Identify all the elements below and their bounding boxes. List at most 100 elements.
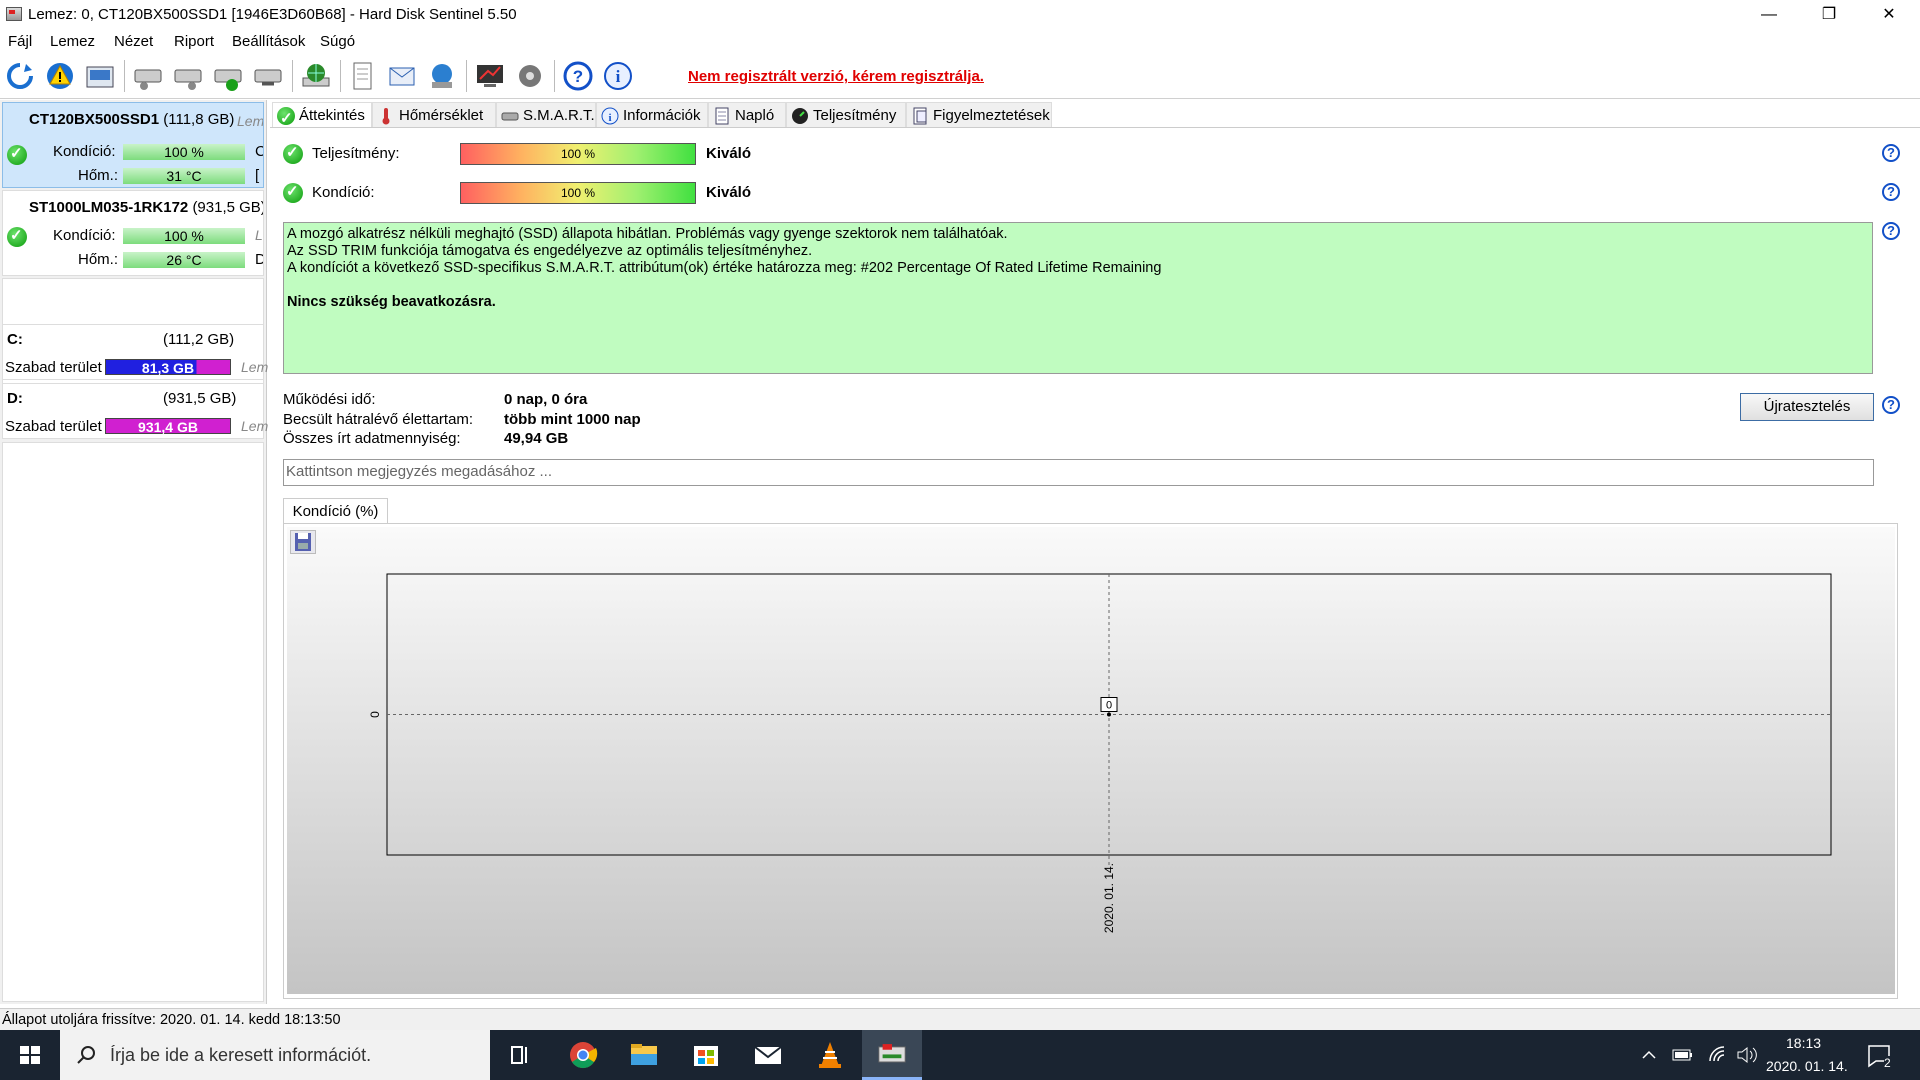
message-line: Az SSD TRIM funkciója támogatva és enged… — [287, 243, 813, 259]
send-icon[interactable] — [386, 60, 418, 92]
settings-icon[interactable] — [514, 60, 546, 92]
info-icon: i — [601, 107, 619, 125]
menu-settings[interactable]: Beállítások — [232, 33, 305, 50]
vlc-icon[interactable] — [800, 1030, 860, 1080]
svg-text:i: i — [608, 112, 611, 124]
performance-label: Teljesítmény: — [312, 145, 400, 162]
tab-log[interactable]: Napló — [708, 102, 786, 128]
toolbar-separator — [124, 60, 125, 92]
tray-chevron-up-icon[interactable] — [1640, 1046, 1658, 1064]
condition-label: Kondíció: — [53, 143, 116, 160]
condition-chart: 0 0 2020. 01. 14. — [368, 573, 1832, 933]
close-button[interactable]: ✕ — [1866, 0, 1912, 30]
battery-icon[interactable] — [1672, 1046, 1694, 1064]
disk-info-icon[interactable] — [84, 60, 116, 92]
tab-information[interactable]: i Információk — [596, 102, 708, 128]
log-icon — [715, 107, 729, 125]
chrome-icon[interactable] — [553, 1030, 613, 1080]
menu-bar: Fájl Lemez Nézet Riport Beállítások Súgó — [0, 30, 1920, 54]
report-icon[interactable] — [346, 60, 378, 92]
hard-disk-sentinel-icon[interactable] — [862, 1030, 922, 1080]
disk-name: ST1000LM035-1RK172 (931,5 GB) — [29, 199, 264, 216]
volume-letter: C: — [7, 331, 23, 348]
volume-card-c[interactable]: C: (111,2 GB) Szabad terület 81,3 GB Lem — [2, 324, 268, 380]
chart-marks: 0 — [1100, 697, 1118, 717]
help-icon[interactable]: ? — [1882, 183, 1900, 201]
menu-report[interactable]: Riport — [174, 33, 214, 50]
help-icon[interactable]: ? — [1882, 396, 1900, 414]
taskbar-search-box[interactable]: Írja be ide a keresett információt. — [60, 1030, 490, 1080]
chart-tab-condition[interactable]: Kondíció (%) — [283, 498, 388, 524]
tab-alerts[interactable]: Figyelmeztetések — [906, 102, 1052, 128]
x-tick-label: 2020. 01. 14. — [1102, 863, 1116, 933]
menu-view[interactable]: Nézet — [114, 33, 153, 50]
volume-icon[interactable] — [1736, 1045, 1760, 1065]
disk-card-ssd[interactable]: CT120BX500SSD1 (111,8 GB) Lem Kondíció: … — [2, 102, 264, 188]
performance-icon — [792, 108, 808, 124]
wifi-icon[interactable] — [1708, 1045, 1728, 1065]
registration-warning-link[interactable]: Nem regisztrált verzió, kérem regisztrál… — [688, 68, 984, 85]
search-icon — [77, 1046, 95, 1064]
data-label: 0 — [1106, 700, 1112, 712]
volume-size: (111,2 GB) — [163, 331, 235, 348]
windows-start-icon[interactable] — [0, 1030, 60, 1080]
ok-status-icon — [7, 226, 27, 247]
lifetime-label: Becsült hátralévő élettartam: — [283, 411, 474, 428]
help-icon[interactable]: ? — [1882, 144, 1900, 162]
tab-overview[interactable]: Áttekintés — [272, 102, 372, 132]
performance-bar: 100 % — [460, 143, 696, 165]
info-icon[interactable]: i — [602, 60, 634, 92]
file-explorer-icon[interactable] — [614, 1030, 674, 1080]
menu-help[interactable]: Súgó — [320, 33, 355, 50]
title-bar: Lemez: 0, CT120BX500SSD1 [1946E3D60B68] … — [0, 0, 1920, 30]
truncated-text: Le — [255, 227, 263, 243]
disk-test-icon[interactable] — [132, 60, 164, 92]
menu-disk[interactable]: Lemez — [50, 33, 95, 50]
disk-list-panel: CT120BX500SSD1 (111,8 GB) Lem Kondíció: … — [0, 100, 268, 1004]
disk-verify-icon[interactable] — [212, 60, 244, 92]
temperature-bar: 31 °C — [123, 168, 245, 184]
restore-button[interactable]: ❐ — [1806, 0, 1852, 30]
network-icon[interactable] — [426, 60, 458, 92]
free-space-bar: 81,3 GB — [105, 359, 231, 376]
note-input[interactable]: Kattintson megjegyzés megadásához ... — [283, 459, 1874, 486]
message-conclusion: Nincs szükség beavatkozásra. — [287, 294, 496, 310]
lifetime-value: több mint 1000 nap — [504, 411, 641, 428]
alert-icon[interactable] — [44, 60, 76, 92]
mail-icon[interactable] — [738, 1030, 798, 1080]
toolbar-separator — [292, 60, 293, 92]
tab-performance[interactable]: Teljesítmény — [786, 102, 906, 128]
menu-file[interactable]: Fájl — [8, 33, 32, 50]
condition-label: Kondíció: — [53, 227, 116, 244]
disk-check-icon[interactable] — [252, 60, 284, 92]
clock-time[interactable]: 18:13 — [1786, 1035, 1821, 1051]
store-icon[interactable] — [676, 1030, 736, 1080]
toolbar-separator — [340, 60, 341, 92]
notification-count: 2 — [1884, 1056, 1891, 1070]
task-view-icon[interactable] — [490, 1030, 550, 1080]
data-point — [1107, 712, 1111, 717]
volume-card-d[interactable]: D: (931,5 GB) Szabad terület 931,4 GB Le… — [2, 383, 268, 439]
retest-button[interactable]: Újratesztelés — [1740, 393, 1874, 421]
tab-temperature[interactable]: Hőmérséklet — [372, 102, 496, 128]
temperature-label: Hőm.: — [78, 167, 119, 184]
disk-test2-icon[interactable] — [172, 60, 204, 92]
clock-date[interactable]: 2020. 01. 14. — [1766, 1058, 1848, 1074]
disk-card-hdd[interactable]: ST1000LM035-1RK172 (931,5 GB) Kondíció: … — [2, 190, 264, 276]
volume-size: (931,5 GB) — [163, 390, 237, 407]
uptime-value: 0 nap, 0 óra — [504, 391, 588, 408]
volume-list-empty-area — [2, 442, 264, 1002]
free-space-label: Szabad terület — [5, 418, 102, 435]
internet-icon[interactable] — [300, 60, 332, 92]
refresh-icon[interactable] — [4, 60, 36, 92]
monitor-icon[interactable] — [474, 60, 506, 92]
help-icon[interactable]: ? — [1882, 222, 1900, 240]
truncated-text: D — [255, 251, 263, 268]
minimize-button[interactable]: — — [1746, 0, 1792, 30]
toolbar-separator — [466, 60, 467, 92]
condition-rating: Kiváló — [706, 184, 752, 201]
tab-smart[interactable]: S.M.A.R.T. — [496, 102, 596, 128]
window-title: Lemez: 0, CT120BX500SSD1 [1946E3D60B68] … — [28, 6, 517, 23]
temperature-label: Hőm.: — [78, 251, 119, 268]
help-icon[interactable]: ? — [562, 60, 594, 92]
